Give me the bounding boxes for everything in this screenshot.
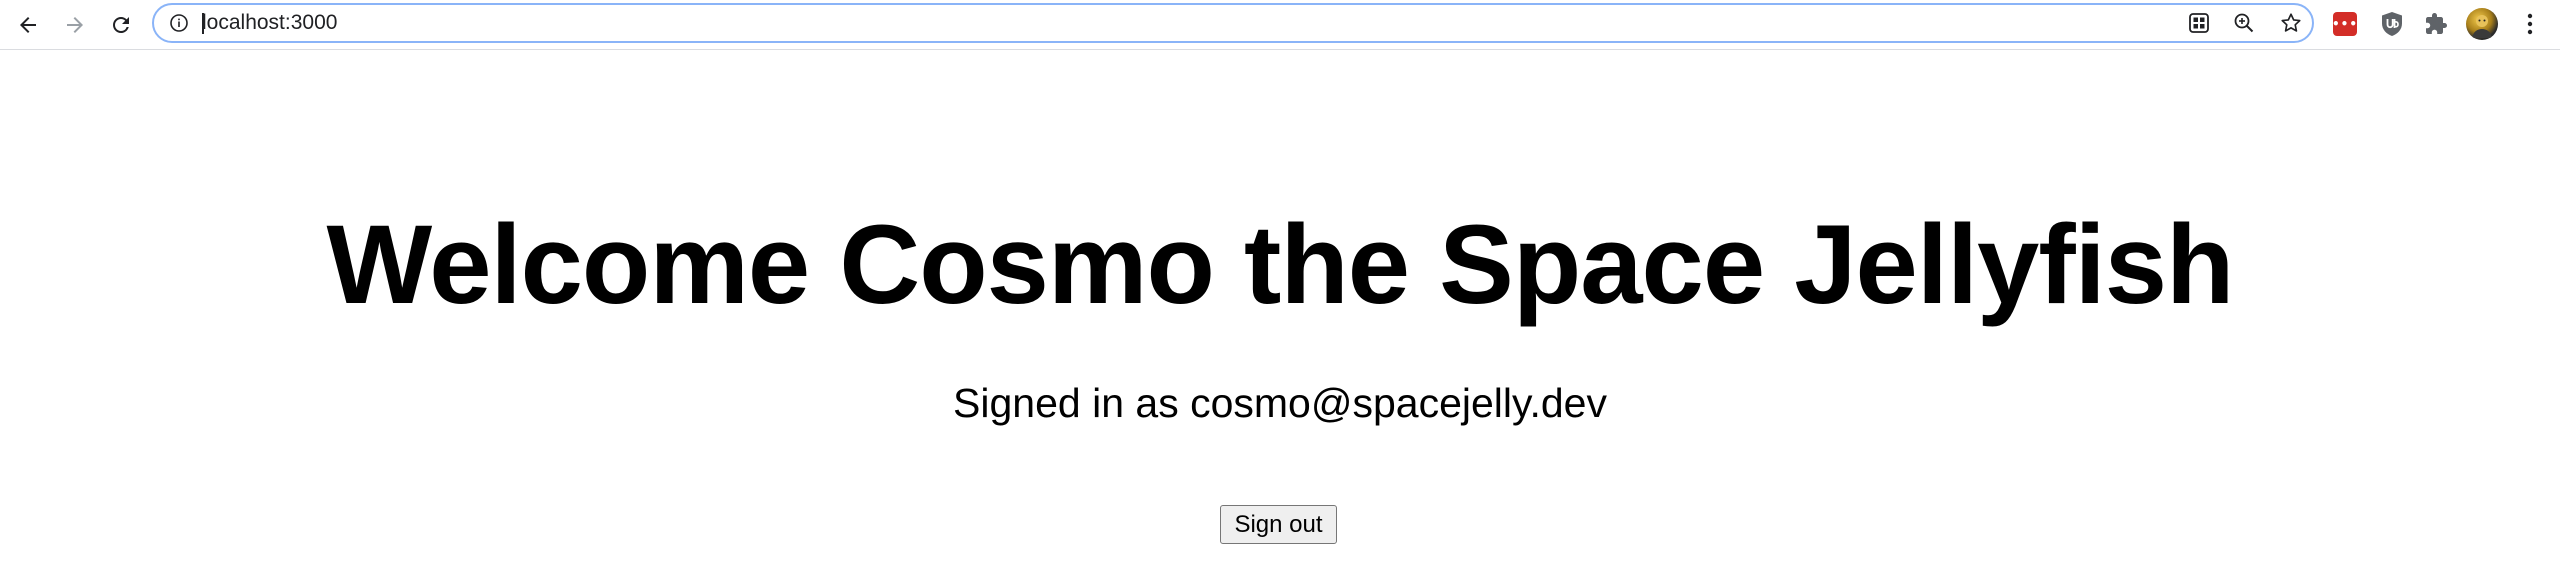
- lastpass-badge: •••: [2332, 17, 2359, 31]
- browser-toolbar: localhost:3000 •••: [0, 0, 2560, 50]
- sign-out-button[interactable]: Sign out: [1220, 505, 1337, 544]
- forward-button[interactable]: [55, 5, 95, 45]
- signed-in-text: Signed in as cosmo@spacejelly.dev: [953, 380, 1607, 426]
- ublock-origin-icon[interactable]: [2377, 9, 2407, 39]
- page-title: Welcome Cosmo the Space Jellyfish: [326, 202, 2235, 327]
- forward-arrow-icon: [67, 17, 83, 33]
- reload-button[interactable]: [101, 5, 141, 45]
- text-cursor: [202, 13, 204, 34]
- back-arrow-icon: [20, 17, 36, 33]
- page-content: Welcome Cosmo the Space Jellyfish Signed…: [0, 50, 2560, 579]
- bookmark-star-icon[interactable]: [2278, 10, 2304, 36]
- site-info-icon[interactable]: [168, 12, 190, 34]
- install-app-icon[interactable]: [2186, 10, 2212, 36]
- url-text[interactable]: localhost:3000: [202, 5, 337, 41]
- lastpass-extension-icon[interactable]: •••: [2332, 12, 2359, 36]
- reload-icon: [113, 17, 129, 33]
- browser-menu-icon[interactable]: [2515, 9, 2545, 39]
- extensions-puzzle-icon[interactable]: [2421, 9, 2451, 39]
- profile-avatar[interactable]: [2466, 8, 2498, 40]
- address-bar[interactable]: localhost:3000: [152, 3, 2314, 43]
- zoom-icon[interactable]: [2231, 10, 2257, 36]
- back-button[interactable]: [8, 5, 48, 45]
